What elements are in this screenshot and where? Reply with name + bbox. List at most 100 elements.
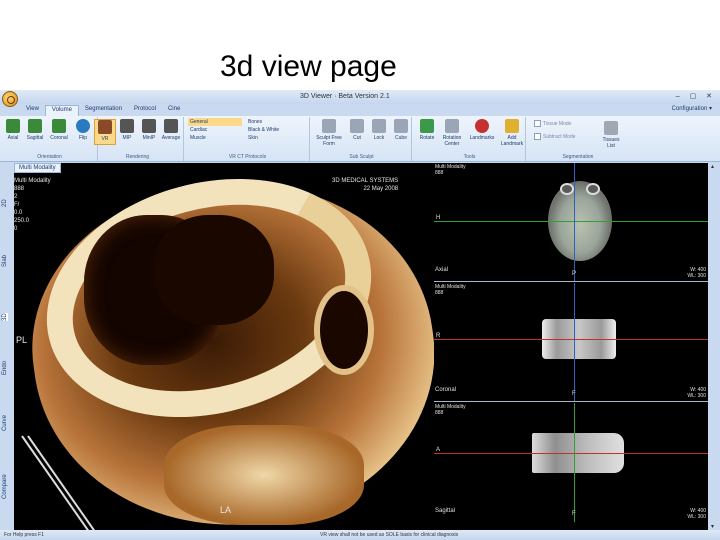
sagittal-crosshair-vertical[interactable] <box>574 403 575 522</box>
axial-crosshair-horizontal[interactable] <box>434 221 708 222</box>
status-bar: For Help press F1 VR view shall not be u… <box>0 530 720 540</box>
rotation-center-button[interactable]: Rotation Center <box>438 119 466 147</box>
tab-cine[interactable]: Cine <box>162 105 186 116</box>
subtract-mode-checkbox[interactable]: Subtract Mode <box>534 133 576 140</box>
protocol-black-white[interactable]: Black & White <box>246 126 279 134</box>
sagittal-window-level: W: 400 WL: 300 <box>687 508 706 520</box>
window-title: 3D Viewer · Beta Version 2.1 <box>300 93 390 100</box>
sagittal-bottom-label: F <box>572 511 576 517</box>
mip-button[interactable]: MIP <box>116 119 138 141</box>
landmarks-button[interactable]: Landmarks <box>468 119 496 141</box>
view-mode-tabs: 2D Slab 3D Endo Curve Compare <box>0 163 14 530</box>
sagittal-button[interactable]: Sagittal <box>24 119 46 141</box>
flip-button[interactable]: Flip <box>72 119 94 141</box>
window-controls[interactable]: – ▢ ✕ <box>676 92 716 100</box>
tools-group-label: Tools <box>463 154 476 160</box>
status-disclaimer: VR view shall not be used as SOLE basis … <box>320 532 459 538</box>
left-tab-3d[interactable]: 3D <box>2 313 8 321</box>
configuration-button[interactable]: Configuration ▾ <box>672 105 712 112</box>
vr-3d-viewport[interactable]: Multi Modality 888 2 F/ 0.0 250.0 0 3D M… <box>14 175 434 530</box>
minip-button[interactable]: MinIP <box>138 119 160 141</box>
sculpt-free-form-button[interactable]: Sculpt Free Form <box>314 119 344 147</box>
app-menu-orb-icon[interactable] <box>2 91 18 107</box>
average-button[interactable]: Average <box>160 119 182 141</box>
protocol-skin[interactable]: Skin <box>246 134 279 142</box>
rendering-group-label: Rendering <box>125 154 150 160</box>
tab-volume[interactable]: Volume <box>44 105 79 116</box>
ribbon: Axial Sagittal Coronal Flip Orientation … <box>0 116 720 162</box>
sagittal-crosshair-horizontal[interactable] <box>434 453 708 454</box>
tab-protocol[interactable]: Protocol <box>128 105 162 116</box>
cube-icon <box>394 119 408 133</box>
coronal-name: Coronal <box>435 387 457 393</box>
orientation-label-pl: PL <box>16 335 28 345</box>
coronal-bottom-label: F <box>572 391 576 397</box>
left-tab-2d[interactable]: 2D <box>2 199 8 207</box>
title-bar: 3D Viewer · Beta Version 2.1 – ▢ ✕ <box>0 90 720 107</box>
orientation-group-label: Orientation <box>37 154 62 160</box>
coronal-window-level: W: 400 WL: 300 <box>687 387 706 399</box>
orientation-group: Axial Sagittal Coronal Flip Orientation <box>2 117 98 161</box>
vr-button[interactable]: VR <box>94 119 116 145</box>
cut-button[interactable]: Cut <box>346 119 368 141</box>
coronal-pane[interactable]: Multi Modality 888 R F Coronal W: 400 WL: … <box>434 283 708 402</box>
protocol-bones[interactable]: Bones <box>246 118 279 126</box>
scalpel-icon <box>322 119 336 133</box>
tab-view[interactable]: View <box>20 105 45 116</box>
rendering-group: VR MIP MinIP Average Rendering <box>92 117 184 161</box>
cut-icon <box>350 119 364 133</box>
slide-title: 3d view page <box>220 50 397 83</box>
axial-name: Axial <box>435 267 449 273</box>
viewer-area: 2D Slab 3D Endo Curve Compare Multi Moda… <box>0 163 720 530</box>
status-help-text: For Help press F1 <box>4 532 45 538</box>
left-tab-slab[interactable]: Slab <box>2 255 8 267</box>
vr-protocol-list: General Cardiac Muscle Bones Black & Whi… <box>188 118 298 142</box>
axial-left-label: H <box>436 215 441 221</box>
axial-button[interactable]: Axial <box>2 119 24 141</box>
sculpt-group: Sculpt Free Form Cut Lock Cube Sub Sculp… <box>312 117 412 161</box>
segmentation-group: Tissue Mode Subtract Mode Tissues List S… <box>530 117 626 161</box>
rotate-button[interactable]: Rotate <box>416 119 438 141</box>
left-tab-curve[interactable]: Curve <box>2 415 8 431</box>
mip-person-icon <box>120 119 134 133</box>
left-tab-endo[interactable]: Endo <box>2 361 8 375</box>
tissue-mode-checkbox[interactable]: Tissue Mode <box>534 120 571 127</box>
coronal-left-label: R <box>436 333 441 339</box>
coronal-button[interactable]: Coronal <box>48 119 70 141</box>
sagittal-pane[interactable]: Multi Modality 888 A F Sagittal W: 400 WL:… <box>434 403 708 522</box>
configuration-label: Configuration <box>671 106 708 112</box>
coronal-info: Multi Modality 888 <box>435 284 466 296</box>
document-tab[interactable]: Multi Modality <box>14 163 61 173</box>
tools-group: Rotate Rotation Center Landmarks Add Lan… <box>414 117 526 161</box>
vr-protocols-group-label: VR CT Protocols <box>228 154 267 160</box>
coronal-crosshair-vertical[interactable] <box>574 283 575 401</box>
slide-title-area: 3d view page <box>0 0 720 92</box>
rotate-icon <box>420 119 434 133</box>
skull-orbit <box>314 285 374 375</box>
tissues-list-button[interactable]: Tissues List <box>600 121 622 149</box>
axial-pane[interactable]: Multi Modality 888 H P Axial W: 400 WL: 30… <box>434 163 708 282</box>
sagittal-left-label: A <box>436 447 441 453</box>
axial-bottom-label: P <box>572 271 577 277</box>
protocol-cardiac[interactable]: Cardiac <box>188 126 298 134</box>
skull-cavity-right <box>154 215 274 325</box>
vr-person-icon <box>98 120 112 134</box>
right-scrollbar[interactable] <box>708 163 720 530</box>
sculpt-group-label: Sub Sculpt <box>349 154 374 160</box>
protocol-muscle[interactable]: Muscle <box>188 134 298 142</box>
add-landmark-icon <box>505 119 519 133</box>
coronal-crosshair-horizontal[interactable] <box>434 339 708 340</box>
protocol-general[interactable]: General <box>188 118 242 126</box>
tab-segmentation[interactable]: Segmentation <box>79 105 128 116</box>
left-tab-compare[interactable]: Compare <box>2 474 8 499</box>
add-landmark-button[interactable]: Add Landmark <box>498 119 526 147</box>
axial-person-icon <box>6 119 20 133</box>
cube-button[interactable]: Cube <box>390 119 412 141</box>
axial-crosshair-vertical[interactable] <box>574 163 575 281</box>
flip-icon <box>76 119 90 133</box>
lock-button[interactable]: Lock <box>368 119 390 141</box>
minip-person-icon <box>142 119 156 133</box>
axial-eye-right <box>586 183 600 195</box>
protocol-column-2: Bones Black & White Skin <box>244 118 279 141</box>
orientation-label-la: LA <box>220 505 232 515</box>
